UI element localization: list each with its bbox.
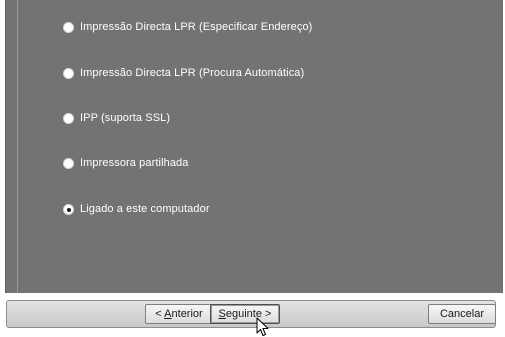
option-label: Ligado a este computador bbox=[80, 203, 210, 215]
option-ipp-ssl[interactable]: IPP (suporta SSL) bbox=[63, 111, 170, 125]
option-connected-computer[interactable]: Ligado a este computador bbox=[63, 202, 210, 216]
radio-selected-icon[interactable] bbox=[63, 203, 74, 215]
next-button-mnemonic: S bbox=[218, 308, 226, 320]
back-button[interactable]: < Anterior bbox=[145, 304, 213, 324]
back-button-mnemonic: A bbox=[164, 308, 172, 320]
button-bar: < Anterior Seguinte > Cancelar bbox=[6, 300, 496, 328]
option-label: Impressão Directa LPR (Especificar Ender… bbox=[80, 21, 313, 33]
cancel-button[interactable]: Cancelar bbox=[428, 304, 496, 324]
options-panel bbox=[5, 0, 503, 293]
option-label: IPP (suporta SSL) bbox=[80, 112, 171, 124]
option-lpr-specify-address[interactable]: Impressão Directa LPR (Especificar Ender… bbox=[63, 20, 312, 34]
dialog-footer: < Anterior Seguinte > Cancelar bbox=[0, 293, 505, 337]
option-lpr-auto-search[interactable]: Impressão Directa LPR (Procura Automátic… bbox=[63, 66, 304, 80]
option-label: Impressão Directa LPR (Procura Automátic… bbox=[80, 67, 305, 79]
radio-icon[interactable] bbox=[63, 67, 74, 79]
panel-divider bbox=[17, 0, 18, 293]
back-button-label: nterior bbox=[171, 308, 203, 320]
option-label: Impressora partilhada bbox=[80, 157, 189, 169]
radio-icon[interactable] bbox=[63, 157, 74, 169]
mouse-pointer-icon bbox=[256, 317, 269, 336]
option-shared-printer[interactable]: Impressora partilhada bbox=[63, 156, 189, 170]
back-button-prefix: < bbox=[155, 308, 165, 320]
radio-icon[interactable] bbox=[63, 21, 74, 33]
radio-icon[interactable] bbox=[63, 112, 74, 124]
